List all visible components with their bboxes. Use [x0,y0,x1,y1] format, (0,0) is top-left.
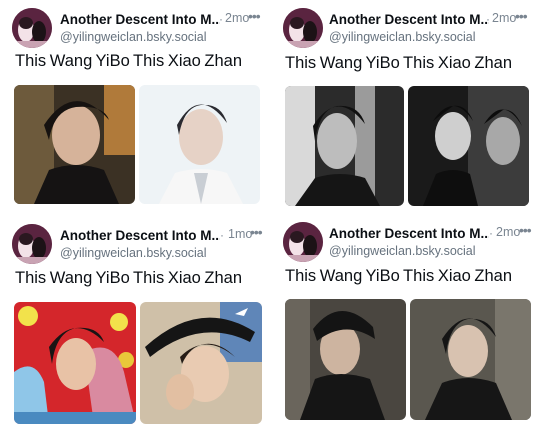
post-card[interactable]: Another Descent Into M... · 2mo ••• @yil… [283,8,540,208]
display-name[interactable]: Another Descent Into M... [60,228,220,243]
display-name[interactable]: Another Descent Into M... [60,12,220,27]
photo-yibo-dark[interactable] [285,299,406,420]
photo-yibo-color[interactable] [14,302,136,424]
post-card[interactable]: Another Descent Into M... · 2mo ••• @yil… [283,222,540,427]
separator-dot: · [489,226,493,240]
post-caption: This Wang YiBo This Xiao Zhan [285,54,513,72]
photo-yibo-bw[interactable] [285,86,404,206]
avatar[interactable] [12,224,52,264]
post-card[interactable]: Another Descent Into M... · 1mo ••• @yil… [12,224,272,429]
user-handle[interactable]: @yilingweiclan.bsky.social [329,30,476,44]
separator-dot: · [219,12,223,26]
photo-xiaozhan-dark[interactable] [410,299,531,420]
timestamp[interactable]: 2mo [492,11,516,25]
more-options-icon[interactable]: ••• [248,8,261,24]
user-handle[interactable]: @yilingweiclan.bsky.social [329,244,476,258]
post-caption: This Wang YiBo This Xiao Zhan [285,267,513,285]
photo-xiaozhan[interactable] [139,85,260,204]
separator-dot: · [486,12,490,26]
timestamp[interactable]: 1mo [228,227,252,241]
photo-xiaozhan-bw[interactable] [408,86,529,206]
post-caption: This Wang YiBo This Xiao Zhan [15,269,243,287]
separator-dot: · [220,228,224,242]
post-caption: This Wang YiBo This Xiao Zhan [15,52,243,70]
avatar[interactable] [12,8,52,48]
more-options-icon[interactable]: ••• [515,8,528,24]
photo-xiaozhan-cap[interactable] [140,302,262,424]
display-name[interactable]: Another Descent Into M... [329,12,489,27]
user-handle[interactable]: @yilingweiclan.bsky.social [60,30,207,44]
avatar[interactable] [283,222,323,262]
photo-yibo[interactable] [14,85,135,204]
timestamp[interactable]: 2mo [225,11,249,25]
more-options-icon[interactable]: ••• [250,224,263,240]
avatar[interactable] [283,8,323,48]
more-options-icon[interactable]: ••• [519,222,532,238]
user-handle[interactable]: @yilingweiclan.bsky.social [60,246,207,260]
display-name[interactable]: Another Descent Into M... [329,226,489,241]
timestamp[interactable]: 2mo [496,225,520,239]
post-card[interactable]: Another Descent Into M... · 2mo ••• @yil… [12,8,272,208]
